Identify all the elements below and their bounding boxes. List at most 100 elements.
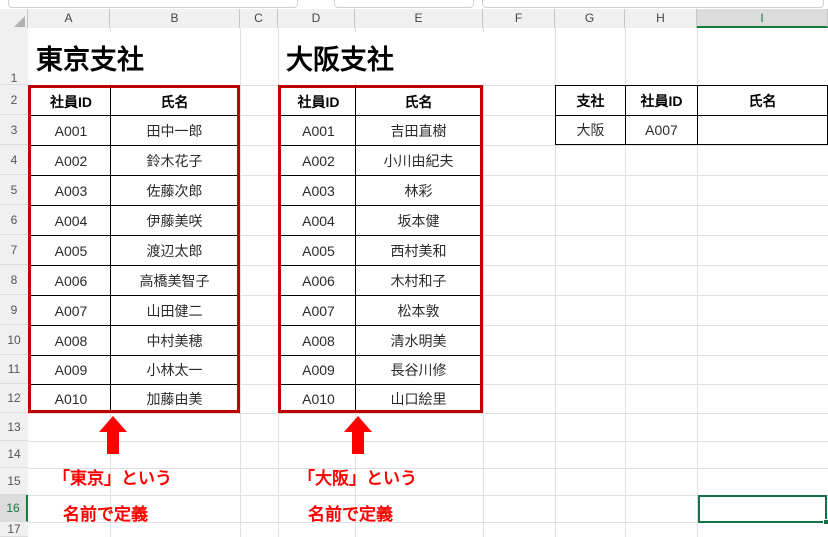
osaka-cell-id-10[interactable]: A010 (281, 384, 356, 413)
lookup-border-bottom (555, 144, 828, 145)
row-header-3-label: 3 (10, 123, 18, 137)
tokyo-header-name[interactable]: 氏名 (112, 88, 237, 116)
lookup-header-id[interactable]: 社員ID (626, 86, 697, 115)
tokyo-header-id[interactable]: 社員ID (31, 88, 111, 116)
lookup-header-branch[interactable]: 支社 (556, 86, 625, 115)
osaka-cell-id-5[interactable]: A005 (281, 236, 356, 265)
osaka-cell-id-3[interactable]: A003 (281, 176, 356, 205)
tokyo-arrow-icon (99, 416, 127, 454)
column-header-c[interactable]: C (240, 9, 278, 28)
osaka-cell-name-4[interactable]: 坂本健 (357, 206, 480, 235)
tokyo-cell-name-2[interactable]: 鈴木花子 (112, 146, 237, 175)
tokyo-cell-id-7[interactable]: A007 (31, 296, 111, 325)
tokyo-title[interactable]: 東京支社 (30, 32, 235, 82)
row-header-12[interactable]: 12 (0, 384, 28, 413)
tokyo-cell-name-1[interactable]: 田中一郎 (112, 116, 237, 145)
lookup-value-name[interactable] (698, 116, 827, 144)
column-header-a[interactable]: A (28, 9, 110, 28)
osaka-cell-name-9[interactable]: 長谷川修 (357, 355, 480, 384)
row-header-4-label: 4 (10, 153, 18, 167)
column-header-e[interactable]: E (355, 9, 483, 28)
row-header-9-label: 9 (10, 303, 18, 317)
osaka-cell-name-7[interactable]: 松本敦 (357, 296, 480, 325)
grid-canvas[interactable]: 東京支社 大阪支社 社員ID 氏名 A001 田中一郎 A002 鈴木花子 A0… (28, 28, 828, 537)
tokyo-cell-id-10[interactable]: A010 (31, 384, 111, 413)
osaka-cell-name-2[interactable]: 小川由紀夫 (357, 146, 480, 175)
row-header-5-label: 5 (10, 183, 18, 197)
fill-handle[interactable] (823, 519, 828, 525)
column-header-h[interactable]: H (625, 9, 697, 28)
tokyo-annotation-line1: 「東京」という (53, 469, 172, 488)
osaka-header-name[interactable]: 氏名 (357, 88, 480, 116)
osaka-header-id[interactable]: 社員ID (281, 88, 356, 116)
tokyo-cell-id-2[interactable]: A002 (31, 146, 111, 175)
row-header-12-label: 12 (7, 391, 21, 405)
lookup-value-id[interactable]: A007 (626, 116, 697, 144)
row-header-15[interactable]: 15 (0, 468, 28, 495)
row-header-9[interactable]: 9 (0, 295, 28, 325)
osaka-cell-name-8[interactable]: 清水明美 (357, 326, 480, 355)
osaka-cell-name-10[interactable]: 山口絵里 (357, 384, 480, 413)
row-header-17-label: 17 (7, 522, 21, 536)
tokyo-cell-name-9[interactable]: 小林太一 (112, 355, 237, 384)
row-header-2[interactable]: 2 (0, 85, 28, 115)
row-header-8-label: 8 (10, 273, 18, 287)
tokyo-cell-name-8[interactable]: 中村美穂 (112, 326, 237, 355)
column-header-i[interactable]: I (697, 9, 828, 28)
ribbon-control-2[interactable] (334, 0, 474, 8)
osaka-cell-id-8[interactable]: A008 (281, 326, 356, 355)
osaka-cell-id-9[interactable]: A009 (281, 355, 356, 384)
row-header-3[interactable]: 3 (0, 115, 28, 145)
row-header-6-label: 6 (10, 213, 18, 227)
osaka-annotation-line2: 名前で定義 (308, 505, 393, 524)
osaka-cell-name-5[interactable]: 西村美和 (357, 236, 480, 265)
osaka-cell-name-6[interactable]: 木村和子 (357, 266, 480, 295)
osaka-cell-id-7[interactable]: A007 (281, 296, 356, 325)
tokyo-cell-id-3[interactable]: A003 (31, 176, 111, 205)
osaka-cell-id-1[interactable]: A001 (281, 116, 356, 145)
tokyo-cell-name-7[interactable]: 山田健二 (112, 296, 237, 325)
tokyo-cell-name-6[interactable]: 高橋美智子 (112, 266, 237, 295)
column-header-b[interactable]: B (110, 9, 240, 28)
row-header-16[interactable]: 16 (0, 495, 28, 522)
tokyo-cell-name-5[interactable]: 渡辺太郎 (112, 236, 237, 265)
osaka-cell-id-6[interactable]: A006 (281, 266, 356, 295)
osaka-cell-id-4[interactable]: A004 (281, 206, 356, 235)
lookup-header-name[interactable]: 氏名 (698, 86, 827, 115)
tokyo-cell-id-8[interactable]: A008 (31, 326, 111, 355)
row-header-6[interactable]: 6 (0, 205, 28, 235)
row-header-7[interactable]: 7 (0, 235, 28, 265)
osaka-title[interactable]: 大阪支社 (280, 32, 485, 82)
osaka-cell-id-2[interactable]: A002 (281, 146, 356, 175)
lookup-value-branch[interactable]: 大阪 (556, 116, 625, 144)
tokyo-border-right (237, 85, 240, 413)
tokyo-annotation-line2: 名前で定義 (63, 505, 148, 524)
row-header-10[interactable]: 10 (0, 325, 28, 355)
tokyo-cell-name-10[interactable]: 加藤由美 (112, 384, 237, 413)
tokyo-cell-name-3[interactable]: 佐藤次郎 (112, 176, 237, 205)
column-header-g[interactable]: G (555, 9, 625, 28)
column-header-d[interactable]: D (278, 9, 355, 28)
ribbon-control-3[interactable] (482, 0, 824, 8)
osaka-cell-name-1[interactable]: 吉田直樹 (357, 116, 480, 145)
active-cell-selection[interactable] (698, 495, 827, 523)
ribbon-control-1[interactable] (8, 0, 298, 8)
tokyo-cell-id-6[interactable]: A006 (31, 266, 111, 295)
row-header-1[interactable]: 1 (0, 28, 28, 85)
row-header-2-label: 2 (10, 93, 18, 107)
column-header-f[interactable]: F (483, 9, 555, 28)
row-header-8[interactable]: 8 (0, 265, 28, 295)
select-all-corner[interactable] (0, 9, 28, 28)
row-header-5[interactable]: 5 (0, 175, 28, 205)
row-header-11[interactable]: 11 (0, 355, 28, 384)
row-header-17[interactable]: 17 (0, 522, 28, 537)
tokyo-cell-id-9[interactable]: A009 (31, 355, 111, 384)
row-header-14[interactable]: 14 (0, 441, 28, 468)
tokyo-cell-id-5[interactable]: A005 (31, 236, 111, 265)
row-header-13[interactable]: 13 (0, 413, 28, 441)
tokyo-cell-id-4[interactable]: A004 (31, 206, 111, 235)
osaka-cell-name-3[interactable]: 林彩 (357, 176, 480, 205)
row-header-4[interactable]: 4 (0, 145, 28, 175)
tokyo-cell-id-1[interactable]: A001 (31, 116, 111, 145)
tokyo-cell-name-4[interactable]: 伊藤美咲 (112, 206, 237, 235)
